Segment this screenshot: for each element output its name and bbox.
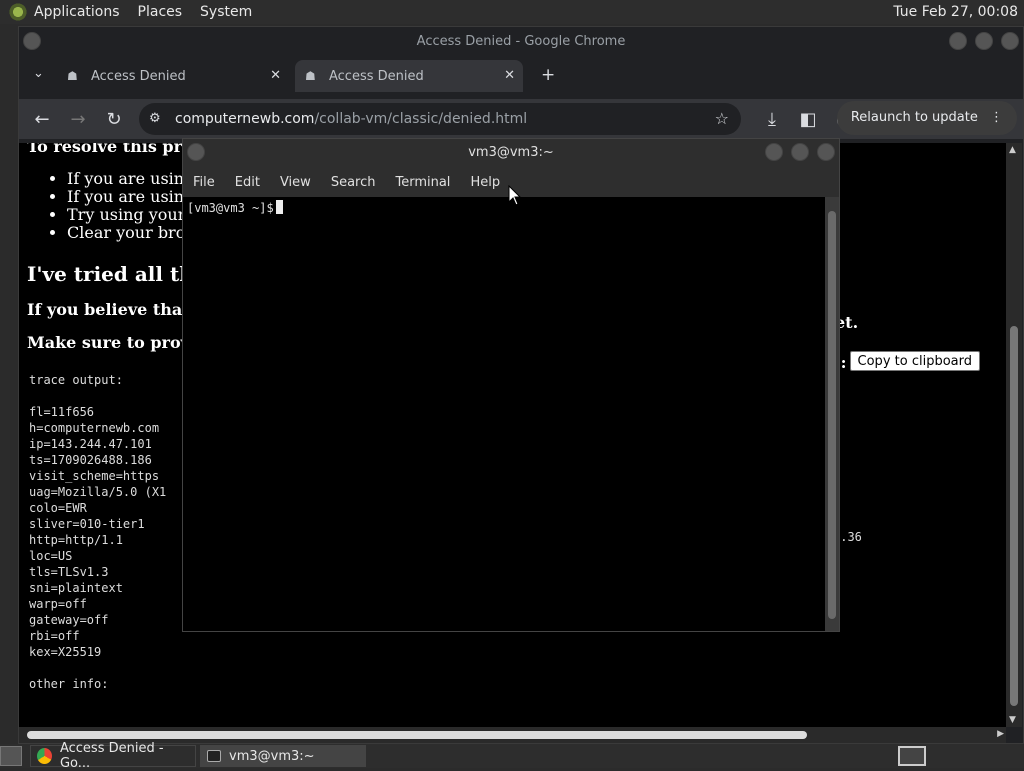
menu-places[interactable]: Places: [138, 4, 183, 20]
scrollbar-thumb[interactable]: [27, 731, 807, 739]
back-icon[interactable]: ←: [27, 109, 57, 130]
copy-to-clipboard-button[interactable]: Copy to clipboard: [849, 351, 980, 371]
scroll-right-icon[interactable]: ▶: [997, 729, 1004, 739]
maximize-icon[interactable]: [791, 143, 809, 161]
mouse-pointer-icon: [508, 185, 522, 206]
close-window-icon[interactable]: [1001, 32, 1019, 50]
task-label: vm3@vm3:~: [229, 748, 315, 764]
url-host: computernewb.com: [175, 111, 315, 127]
terminal-window: vm3@vm3:~ File Edit View Search Terminal…: [182, 138, 840, 632]
window-menu-icon[interactable]: [187, 143, 205, 161]
menu-search[interactable]: Search: [331, 175, 376, 190]
side-panel-icon[interactable]: ◧: [793, 109, 823, 130]
menu-view[interactable]: View: [280, 175, 311, 190]
scrollbar-thumb[interactable]: [828, 211, 836, 619]
toolbar: ← → ↻ ⚙ computernewb.com/collab-vm/class…: [19, 99, 1023, 139]
maximize-icon[interactable]: [975, 32, 993, 50]
url-path: /collab-vm/classic/denied.html: [314, 111, 528, 127]
minimize-icon[interactable]: [765, 143, 783, 161]
more-menu-icon[interactable]: ⋮: [990, 110, 1003, 125]
relaunch-label: Relaunch to update: [850, 110, 978, 125]
close-window-icon[interactable]: [817, 143, 835, 161]
tab-search-icon[interactable]: ⌄: [33, 66, 44, 81]
chrome-icon: [37, 748, 52, 764]
distro-logo-icon[interactable]: [8, 2, 28, 22]
site-info-icon[interactable]: ⚙: [149, 103, 161, 135]
terminal-screen[interactable]: [vm3@vm3 ~]$: [183, 197, 827, 631]
bottom-taskbar: Access Denied - Go... vm3@vm3:~: [0, 741, 1024, 771]
menu-applications[interactable]: Applications: [34, 4, 120, 20]
menu-edit[interactable]: Edit: [235, 175, 260, 190]
top-panel: Applications Places System Tue Feb 27, 0…: [0, 0, 1024, 24]
task-chrome[interactable]: Access Denied - Go...: [30, 741, 196, 771]
tab-label: Access Denied: [329, 68, 424, 84]
menu-terminal[interactable]: Terminal: [395, 175, 450, 190]
reload-icon[interactable]: ↻: [99, 109, 129, 130]
new-tab-icon[interactable]: +: [541, 65, 555, 85]
show-desktop-icon[interactable]: [0, 746, 22, 766]
menu-file[interactable]: File: [193, 175, 215, 190]
terminal-title: vm3@vm3:~: [468, 145, 554, 160]
tab-label: Access Denied: [91, 68, 186, 84]
task-terminal[interactable]: vm3@vm3:~: [200, 745, 366, 767]
trace-line: kex=X25519: [29, 645, 102, 659]
close-tab-icon[interactable]: ✕: [504, 68, 515, 83]
task-label: Access Denied - Go...: [59, 741, 164, 771]
terminal-scrollbar[interactable]: [825, 197, 839, 631]
forward-icon[interactable]: →: [63, 109, 93, 130]
text-cursor: [275, 200, 283, 214]
tab-access-denied-1[interactable]: ☗ Access Denied ✕: [67, 60, 281, 92]
clock[interactable]: Tue Feb 27, 00:08: [893, 4, 1018, 20]
address-bar[interactable]: ⚙ computernewb.com/collab-vm/classic/den…: [139, 103, 741, 135]
minimize-icon[interactable]: [949, 32, 967, 50]
scroll-up-icon[interactable]: ▲: [1009, 145, 1016, 155]
shell-prompt: [vm3@vm3 ~]$: [187, 201, 274, 215]
scroll-down-icon[interactable]: ▼: [1009, 715, 1016, 725]
page-favicon-icon: ☗: [67, 69, 78, 83]
chrome-title: Access Denied - Google Chrome: [416, 34, 626, 49]
page-vertical-scrollbar[interactable]: ▲ ▼: [1006, 143, 1022, 727]
other-info-label: other info:: [29, 677, 109, 691]
workspace-switcher[interactable]: [898, 746, 926, 766]
download-icon[interactable]: ⤓: [757, 109, 787, 130]
page-favicon-icon: ☗: [305, 69, 316, 83]
close-tab-icon[interactable]: ✕: [270, 68, 281, 83]
tab-access-denied-2[interactable]: ☗ Access Denied ✕: [295, 60, 523, 92]
menu-help[interactable]: Help: [470, 175, 500, 190]
scrollbar-thumb[interactable]: [1010, 326, 1018, 706]
terminal-icon: [207, 750, 221, 762]
tab-strip: ⌄ ☗ Access Denied ✕ ☗ Access Denied ✕ +: [19, 60, 1023, 92]
menu-system[interactable]: System: [200, 4, 252, 20]
relaunch-button[interactable]: Relaunch to update ⋮: [836, 101, 1017, 135]
bookmark-star-icon[interactable]: ☆: [715, 103, 729, 135]
